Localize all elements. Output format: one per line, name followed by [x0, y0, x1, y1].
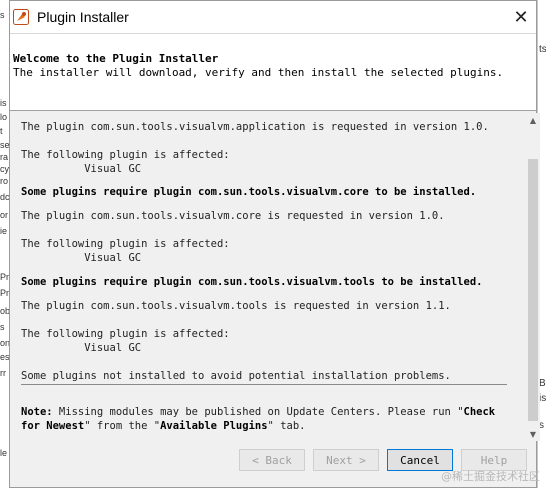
- bg-left-text: s: [0, 322, 5, 332]
- chevron-up-icon: ▲: [529, 115, 537, 125]
- back-button[interactable]: < Back: [239, 449, 305, 471]
- bg-right-text: is: [539, 393, 546, 404]
- wizard-header: Welcome to the Plugin Installer The inst…: [10, 33, 536, 111]
- bg-left-text: s: [0, 10, 5, 20]
- detail-line: Visual GC: [21, 252, 142, 264]
- bg-left-text: is: [0, 98, 7, 108]
- bg-left-text: es: [0, 352, 9, 362]
- bg-right-text: B: [539, 378, 546, 389]
- bg-left-text: ie: [0, 226, 8, 236]
- detail-line: Visual GC: [21, 163, 142, 175]
- close-button[interactable]: ✕: [506, 1, 536, 33]
- detail-heading: Some plugins require plugin com.sun.tool…: [21, 276, 483, 288]
- detail-line: The following plugin is affected:: [21, 328, 230, 340]
- scroll-down-button[interactable]: ▼: [526, 427, 540, 441]
- vertical-scrollbar[interactable]: ▲ ▼: [526, 113, 540, 441]
- detail-line: The following plugin is affected:: [21, 149, 230, 161]
- bg-left-text: on: [0, 338, 9, 348]
- bg-left-text: Pr: [0, 272, 9, 282]
- bg-left-text: se: [0, 140, 9, 150]
- bg-left-text: Pr: [0, 288, 9, 298]
- bg-left-text: rr: [0, 368, 6, 378]
- detail-line: The plugin com.sun.tools.visualvm.applic…: [21, 121, 489, 133]
- bg-left-text: t: [0, 126, 3, 136]
- note-text-part: " from the ": [84, 420, 161, 432]
- bg-left-text: lo: [0, 112, 8, 122]
- close-icon: ✕: [513, 6, 529, 28]
- note-label: Note:: [21, 406, 53, 418]
- next-button[interactable]: Next >: [313, 449, 379, 471]
- detail-line: Visual GC: [21, 342, 142, 354]
- header-title: Welcome to the Plugin Installer: [13, 52, 219, 65]
- scroll-up-button[interactable]: ▲: [526, 113, 540, 127]
- detail-heading: Some plugins require plugin com.sun.tool…: [21, 186, 477, 198]
- app-icon: [13, 9, 29, 25]
- note-text: Note: Missing modules may be published o…: [21, 405, 509, 433]
- bg-left-text: ro: [0, 176, 9, 186]
- detail-line: The following plugin is affected:: [21, 238, 230, 250]
- header-subtitle: The installer will download, verify and …: [13, 66, 504, 79]
- available-plugins-ref: Available Plugins: [160, 420, 268, 432]
- title-bar[interactable]: Plugin Installer ✕: [10, 1, 536, 33]
- scroll-thumb[interactable]: [528, 159, 538, 421]
- bg-right-text: ts: [539, 44, 546, 55]
- bg-left-text: le: [0, 448, 8, 458]
- separator: [21, 384, 507, 385]
- bg-left-text: dc: [0, 192, 9, 202]
- bg-left-text: ob: [0, 306, 9, 316]
- chevron-down-icon: ▼: [529, 429, 537, 439]
- detail-line: Some plugins not installed to avoid pote…: [21, 370, 451, 382]
- bg-left-text: cy: [0, 164, 9, 174]
- plugin-installer-dialog: Plugin Installer ✕ Welcome to the Plugin…: [9, 0, 540, 488]
- bg-left-text: or: [0, 210, 9, 220]
- window-title: Plugin Installer: [37, 9, 129, 25]
- detail-line: The plugin com.sun.tools.visualvm.core i…: [21, 210, 445, 222]
- watermark: @稀土掘金技术社区: [441, 470, 540, 483]
- details-panel: The plugin com.sun.tools.visualvm.applic…: [16, 113, 528, 441]
- bg-left-text: ra: [0, 152, 9, 162]
- note-text-part: " tab.: [267, 420, 306, 432]
- note-text-part: Missing modules may be published on Upda…: [52, 406, 464, 418]
- detail-line: The plugin com.sun.tools.visualvm.tools …: [21, 300, 451, 312]
